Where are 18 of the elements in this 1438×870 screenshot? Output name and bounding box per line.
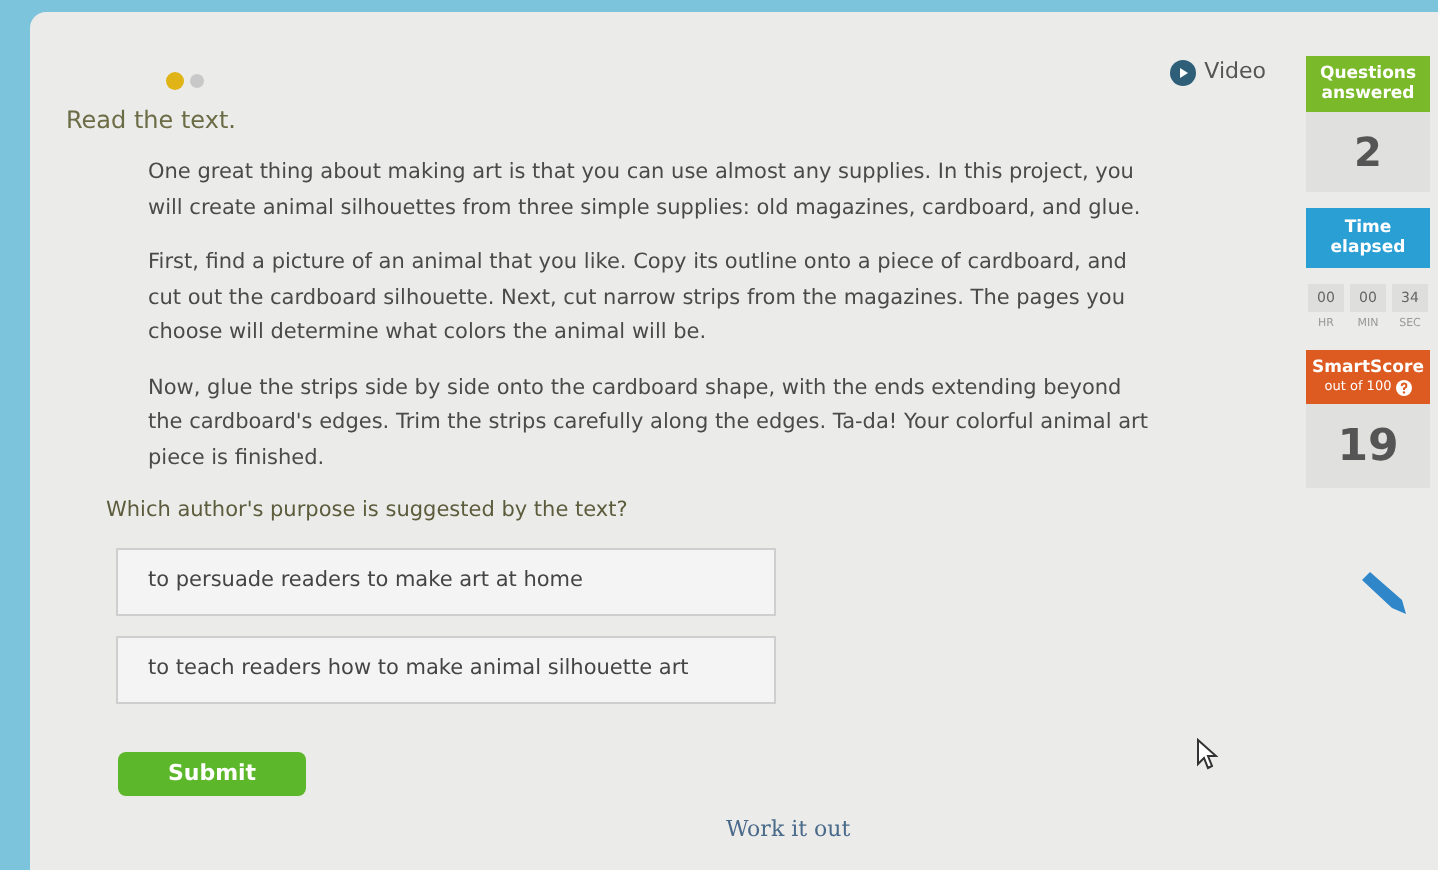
question-text: Which author's purpose is suggested by the text? (106, 496, 630, 526)
smartscore-value: 19 (1306, 404, 1430, 489)
answer-choice[interactable]: to teach readers how to make animal silhouette art (116, 635, 776, 704)
passage-paragraph: Now, glue the strips side by side onto the cardboard shape, with the ends extending beyond the cardboard's edges. Trim the strips carefully along the edges. Ta-da! Your colorful animal art piece is finished. (148, 373, 1150, 473)
instruction-text: Read the text. (66, 104, 238, 138)
help-icon[interactable] (1395, 379, 1412, 396)
work-it-out-link[interactable]: Work it out (726, 815, 851, 842)
smartscore-title: SmartScore (1312, 358, 1424, 379)
passage-paragraph: First, find a picture of an animal that you like. Copy its outline onto a piece of cardboard, and cut out the cardboard silhouette. Next, cut narrow strips from the magazines. The pages you choose will determine what colors the animal will be. (148, 248, 1129, 348)
cursor-icon (1196, 738, 1218, 770)
questions-answered-count: 2 (1306, 112, 1430, 192)
time-elapsed-header: Time elapsed (1306, 208, 1430, 268)
pencil-icon[interactable] (1360, 572, 1408, 616)
questions-answered-header: Questions answered (1306, 56, 1430, 112)
play-icon (1170, 59, 1197, 85)
passage-paragraph: One great thing about making art is that you can use almost any supplies. In this project, you will create animal silhouettes from three simple supplies: old magazines, cardboard, and glue. (148, 158, 1143, 223)
answer-choice[interactable]: to persuade readers to make art at home (116, 547, 776, 616)
video-button[interactable]: Video (1170, 56, 1266, 88)
